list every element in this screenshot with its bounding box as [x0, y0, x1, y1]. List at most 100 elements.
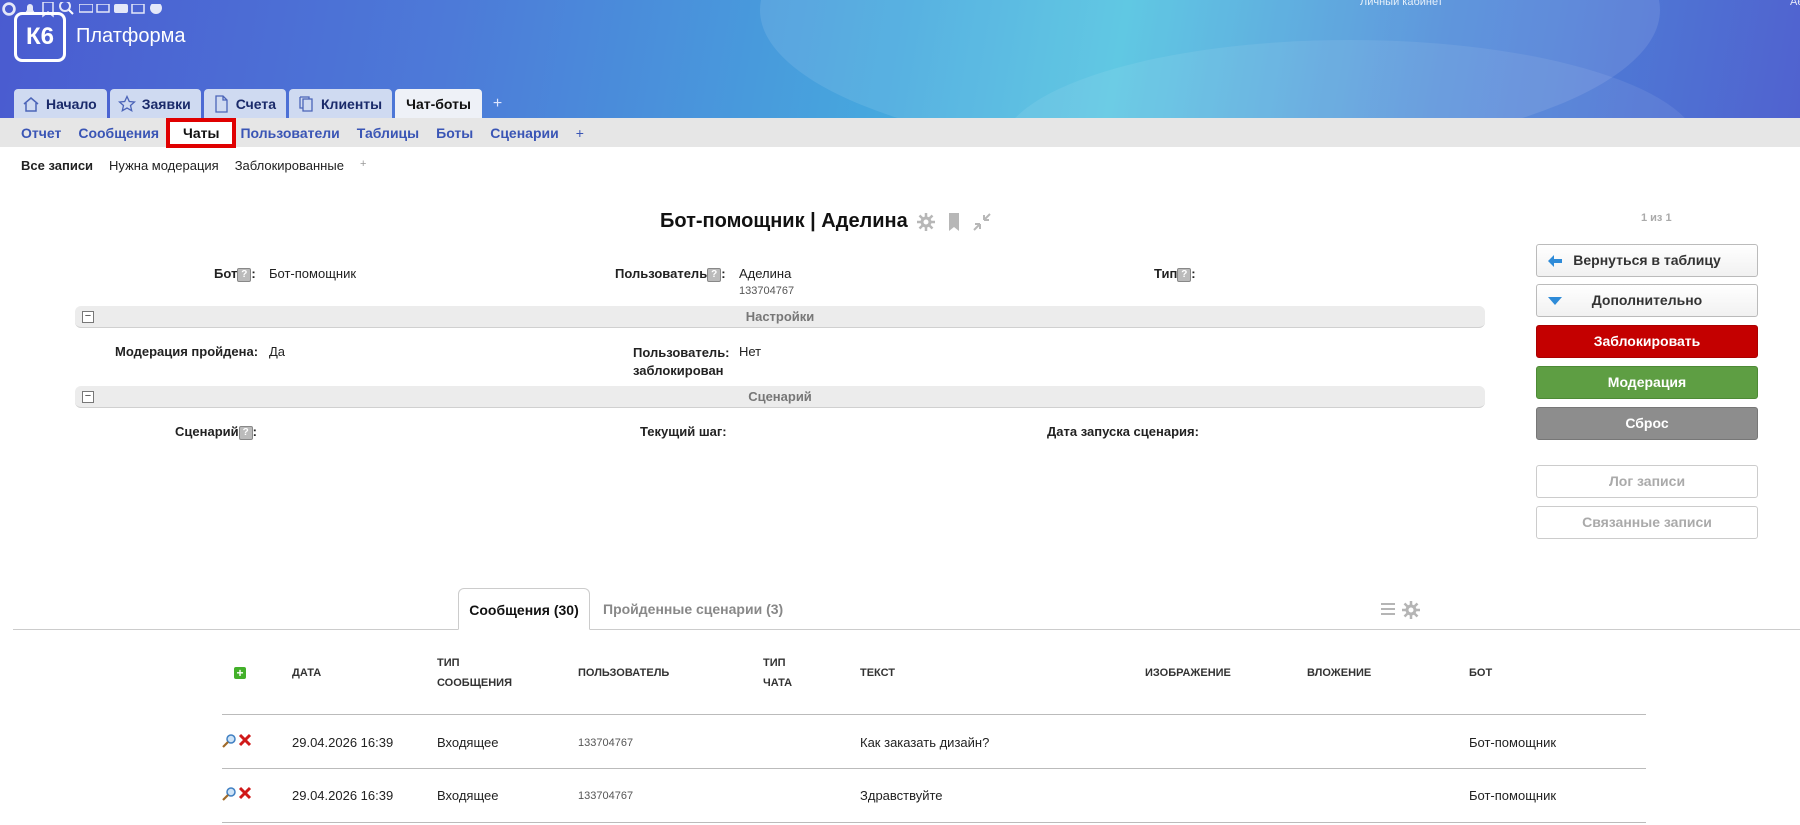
related-records-button[interactable]: Связанные записи: [1536, 506, 1758, 539]
filter-blocked[interactable]: Заблокированные: [235, 158, 344, 173]
tab-clients[interactable]: Клиенты: [289, 89, 393, 118]
field-colon: :: [251, 266, 256, 281]
tab-label: Начало: [46, 95, 97, 112]
col-message-type[interactable]: ТИП СООБЩЕНИЯ: [437, 653, 512, 693]
user-field-value[interactable]: Аделина: [739, 266, 791, 281]
add-tab-button[interactable]: +: [485, 89, 510, 118]
tab-passed-scenarios[interactable]: Пройденные сценарии (3): [603, 601, 783, 617]
view-icon[interactable]: [222, 786, 237, 801]
help-icon[interactable]: [149, 2, 163, 21]
type-field-label: Тип?:: [1154, 266, 1196, 282]
add-filter-button[interactable]: +: [360, 158, 366, 173]
bot-field-label: Бот?:: [214, 266, 256, 282]
filter-needs-moderation[interactable]: Нужна модерация: [109, 158, 219, 173]
tab-label: Клиенты: [321, 95, 383, 112]
back-to-table-button[interactable]: Вернуться в таблицу: [1536, 244, 1758, 277]
tab-start[interactable]: Начало: [14, 89, 107, 118]
logo[interactable]: К6: [14, 12, 66, 62]
filter-all[interactable]: Все записи: [21, 158, 93, 173]
cell-text: Здравствуйте: [860, 788, 943, 803]
col-text[interactable]: ТЕКСТ: [860, 663, 895, 683]
button-label: Дополнительно: [1591, 292, 1703, 308]
field-label-text: Сценарий: [175, 424, 239, 439]
help-icon[interactable]: ?: [1177, 267, 1192, 282]
scenario-start-date-label: Дата запуска сценария:: [1047, 424, 1199, 439]
subnav-tables[interactable]: Таблицы: [357, 125, 419, 141]
tab-invoices[interactable]: Счета: [203, 89, 286, 118]
settings-section-header[interactable]: − Настройки: [75, 306, 1485, 328]
list-icon[interactable]: [1379, 600, 1397, 618]
gear-icon[interactable]: [1401, 600, 1421, 620]
row-actions: [222, 786, 252, 801]
record-filters: Все записи Нужна модерация Заблокированн…: [21, 158, 366, 173]
window-icon[interactable]: [96, 3, 114, 21]
user-initials[interactable]: Ае: [1790, 0, 1800, 8]
subnav-scenarios[interactable]: Сценарии: [490, 125, 559, 141]
add-record-icon[interactable]: +: [234, 667, 246, 679]
brand-name[interactable]: Платформа: [76, 25, 185, 48]
scenario-field-label: Сценарий?:: [175, 424, 257, 440]
cell-user[interactable]: 133704767: [578, 790, 633, 802]
main-tabs: Начало Заявки Счета Клиенты Чат-боты +: [14, 89, 510, 118]
tab-requests[interactable]: Заявки: [109, 89, 201, 118]
section-title: Настройки: [745, 309, 815, 324]
delete-icon[interactable]: [238, 786, 252, 800]
button-label: Вернуться в таблицу: [1573, 252, 1721, 268]
scenario-section-header[interactable]: − Сценарий: [75, 386, 1485, 408]
help-icon[interactable]: ?: [707, 267, 722, 282]
subnav-bots[interactable]: Боты: [436, 125, 473, 141]
user-id: 133704767: [739, 285, 795, 297]
bot-field-value[interactable]: Бот-помощник: [269, 266, 356, 281]
col-bot[interactable]: БОТ: [1469, 663, 1492, 683]
col-attachment[interactable]: ВЛОЖЕНИЕ: [1307, 663, 1371, 683]
cell-user[interactable]: 133704767: [578, 737, 633, 749]
view-icon[interactable]: [222, 733, 237, 748]
moderation-button[interactable]: Модерация: [1536, 366, 1758, 399]
personal-cabinet-link[interactable]: Личный кабинет: [1360, 0, 1443, 8]
more-actions-button[interactable]: Дополнительно: [1536, 284, 1758, 317]
tab-messages[interactable]: Сообщения (30): [458, 588, 590, 630]
delete-icon[interactable]: [238, 733, 252, 747]
cell-bot[interactable]: Бот-помощник: [1469, 735, 1556, 750]
help-icon[interactable]: ?: [237, 267, 252, 282]
subnav-chats[interactable]: Чаты: [166, 117, 237, 148]
col-chat-type[interactable]: ТИП ЧАТА: [763, 653, 792, 693]
row-actions: [222, 733, 252, 748]
help-icon[interactable]: ?: [238, 425, 253, 440]
user-blocked-label: Пользователь: заблокирован: [633, 344, 730, 380]
tab-chatbots[interactable]: Чат-боты: [395, 89, 482, 118]
sub-navigation: Отчет Сообщения Чаты Пользователи Таблиц…: [0, 117, 1800, 148]
moderation-passed-value[interactable]: Да: [269, 344, 285, 359]
subnav-users[interactable]: Пользователи: [240, 125, 339, 141]
header-line: ТИП: [437, 657, 460, 669]
record-title: Бот-помощник | Аделина: [660, 210, 908, 232]
cell-text: Как заказать дизайн?: [860, 735, 990, 750]
subnav-report[interactable]: Отчет: [21, 125, 61, 141]
subnav-messages[interactable]: Сообщения: [78, 125, 159, 141]
row-divider: [222, 822, 1646, 823]
col-date[interactable]: ДАТА: [292, 663, 321, 683]
record-title-row: Бот-помощник | Аделина: [660, 210, 992, 233]
tab-label: Заявки: [141, 95, 191, 112]
col-user[interactable]: ПОЛЬЗОВАТЕЛЬ: [578, 663, 669, 683]
home-icon: [23, 96, 39, 112]
app-header: К6 Платформа Личный кабинет Ае Начало За…: [0, 0, 1800, 118]
block-button[interactable]: Заблокировать: [1536, 325, 1758, 358]
reset-button[interactable]: Сброс: [1536, 407, 1758, 440]
cell-bot[interactable]: Бот-помощник: [1469, 788, 1556, 803]
chat-icon[interactable]: [113, 4, 132, 21]
bookmark-icon[interactable]: [944, 212, 964, 232]
collapse-icon[interactable]: [972, 212, 992, 232]
field-label-text: Пользователь:: [633, 345, 730, 360]
grid-icon[interactable]: [77, 3, 97, 21]
external-link-icon[interactable]: [131, 3, 149, 21]
user-blocked-value[interactable]: Нет: [739, 344, 761, 359]
record-log-button[interactable]: Лог записи: [1536, 465, 1758, 498]
copy-icon: [299, 95, 313, 112]
field-colon: :: [1191, 266, 1196, 281]
cell-type: Входящее: [437, 735, 499, 750]
gear-icon[interactable]: [916, 212, 936, 232]
record-pager: 1 из 1: [1641, 212, 1672, 224]
col-image[interactable]: ИЗОБРАЖЕНИЕ: [1145, 663, 1231, 683]
add-subnav-button[interactable]: +: [576, 125, 584, 141]
